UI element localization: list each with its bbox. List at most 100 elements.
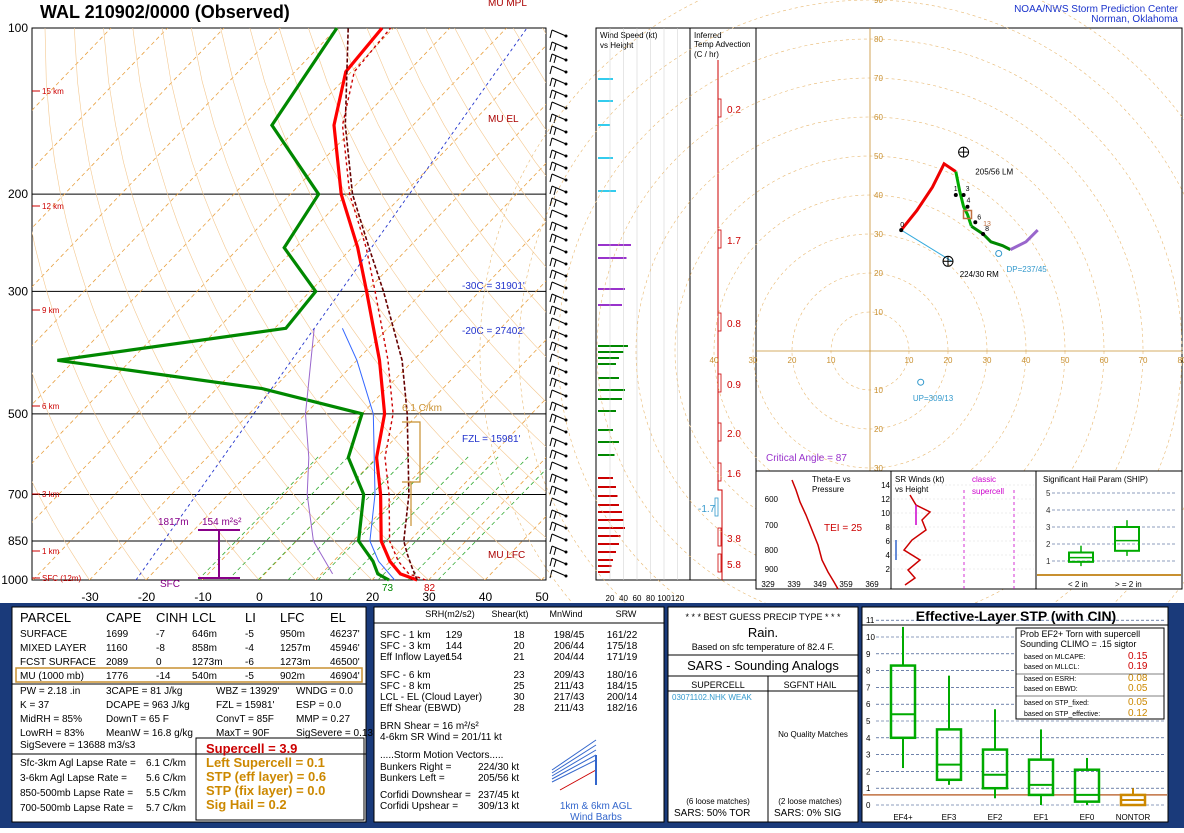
hodograph-y-tick: 90 [874,0,883,5]
barb-flag [550,114,552,122]
fzl-label: FZL = 15981' [462,434,521,445]
ship-x-label: < 2 in [1068,580,1088,589]
stp-y-tick: 5 [866,717,871,726]
sars-supercell-header: SUPERCELL [691,680,745,690]
sars-title: SARS - Sounding Analogs [687,658,839,673]
kinematics-cell: 198/45 [554,630,585,641]
lapse-rate-label: 6.1 C/km [402,403,442,414]
hodograph-x-tick: 20 [944,356,953,365]
sr-height-tick: 6 [886,537,891,546]
parcel-cell: 46237' [330,629,360,640]
barb-flag [554,44,556,51]
barb-dot [565,275,568,278]
parcel-cell: 1776 [106,671,129,682]
storm-motion-value: 224/30 kt [478,762,519,773]
kinematics-cell: 18 [513,630,525,641]
barb-flag [550,258,552,266]
barb-flag [550,474,552,482]
hodograph-y-tick: 10 [874,308,883,317]
kinematics-cell: 144 [446,641,463,652]
barb-dot [565,263,568,266]
wind-barbs-column [550,30,568,578]
lapse-rate-value: 5.5 C/km [146,788,186,799]
temperature-tick-label: -30 [81,590,99,604]
ship-y-tick: 3 [1046,523,1051,532]
barb-flag [550,282,552,290]
stp-x-label: EF3 [942,813,957,822]
index-value: SigSevere = 13688 m3/s3 [20,740,136,751]
barb-shaft [552,522,566,528]
barb-dot [565,551,568,554]
index-value: PW = 2.18 .in [20,686,80,697]
barb-flag [554,200,556,207]
barb-shaft [552,210,566,216]
parcel-cell: FCST SURFACE [20,657,96,668]
wind-barb [550,462,568,470]
temp-advection-value: 0.8 [727,319,741,330]
barb-flag [550,42,552,50]
wind-barb [550,294,568,303]
sars-sig: SARS: 0% SIG [774,808,841,819]
thetae-pressure-tick: 900 [765,565,779,574]
temp-advection-value: 2.0 [727,429,741,440]
kinematics-cell: 184/15 [607,681,638,692]
barb-flag [554,488,556,495]
parcel-cell: 858m [192,643,217,654]
wind-barb [550,78,568,87]
barb-dot [565,323,568,326]
barb-dot [565,71,568,74]
stp-y-tick: 0 [866,801,871,810]
barb-flag [550,438,552,446]
parcel-header: LI [245,610,256,625]
temp-advection-title: Inferred [694,31,722,40]
barb-flag [554,308,556,315]
wind-barb [550,498,568,506]
org-location: Norman, Oklahoma [1091,14,1178,25]
parcel-cell: -7 [156,629,165,640]
barb-flag [550,546,552,554]
wind-barb [550,558,568,567]
wind-barb [550,210,568,218]
kinematics-cell: 209/43 [554,670,585,681]
height-label: 6 km [42,402,60,411]
kinematics-cell: 21 [513,652,525,663]
barb-flag [554,512,556,519]
wind-barb [550,198,568,207]
barb-flag [550,330,552,338]
wind-barb [550,246,568,254]
index-value: FZL = 15981' [216,700,275,711]
right-mover-marker [943,256,953,266]
barb-shaft [552,306,566,312]
index-value: WNDG = 0.0 [296,686,353,697]
hodograph-x-tick: 80 [1178,356,1184,365]
barb-shaft [552,198,566,204]
ship-panel: Significant Hail Param (SHIP) 54321< 2 i… [1036,471,1182,589]
storm-motion-value: 309/13 kt [478,801,519,812]
kinematics-header: Shear(kt) [491,609,528,619]
kinematics-cell: SFC - 3 km [380,641,431,652]
upshear-label: UP=309/13 [913,394,954,403]
parcel-cell: -14 [156,671,171,682]
barb-flag [550,198,552,206]
wind-speed-tick: 20 [606,594,615,603]
stp-y-tick: 8 [866,667,871,676]
barb-flag [550,426,552,434]
eff-layer-sfc-label: SFC [160,579,180,590]
hodograph-height-point [966,205,970,209]
barb-shaft [552,378,566,384]
mu-mpl-label: MU MPL [488,0,527,9]
barb-flag [550,186,552,194]
wind-speed-tick: 80 [646,594,655,603]
stp-prob-value: 0.05 [1128,683,1148,694]
hodograph-height-label: 4 [967,198,971,205]
ship-y-tick: 4 [1046,506,1051,515]
brn-shear: BRN Shear = 16 m²/s² [380,721,479,732]
barb-dot [565,131,568,134]
sr-wind-4-6km: 4-6km SR Wind = 201/11 kt [380,732,502,743]
stp-prob-label: based on EBWD: [1024,686,1078,693]
wind-barb [550,570,568,578]
kinematics-cell: 217/43 [554,692,585,703]
parcel-cell: 1273m [280,657,311,668]
lapse-rate-label: 850-500mb Lapse Rate = [20,788,133,799]
hodograph-frame [756,28,1182,471]
